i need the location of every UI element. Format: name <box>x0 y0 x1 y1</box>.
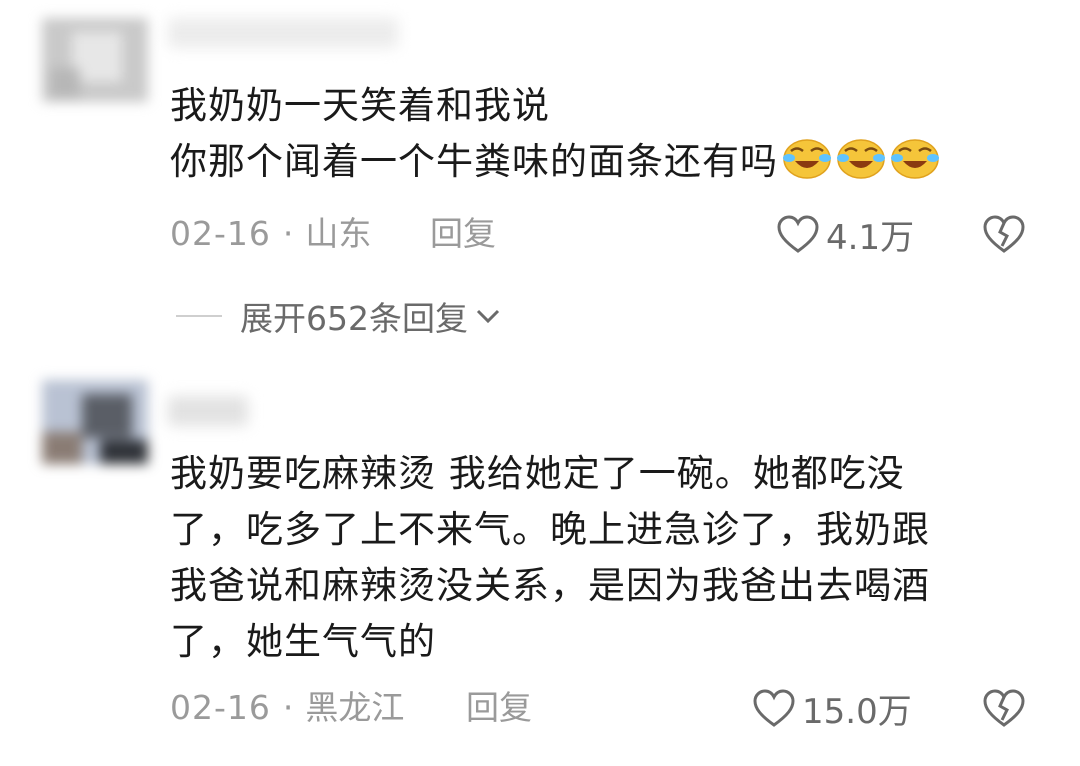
comment-location: 黑龙江 <box>305 688 405 727</box>
comment-text: 我奶奶一天笑着和我说 你那个闻着一个牛粪味的面条还有吗 <box>170 78 1030 190</box>
heart-icon <box>753 689 795 727</box>
crying-laughing-icon <box>890 136 940 180</box>
meta-separator: · <box>282 688 294 727</box>
dislike-broken-heart-icon[interactable] <box>982 214 1026 254</box>
comment-location: 山东 <box>305 214 372 253</box>
reply-button[interactable]: 回复 <box>430 214 496 254</box>
meta-separator: · <box>282 214 294 253</box>
chevron-down-icon <box>476 309 500 324</box>
crying-laughing-icon <box>782 136 832 180</box>
reply-button[interactable]: 回复 <box>466 688 532 728</box>
dislike-broken-heart-icon[interactable] <box>982 688 1026 728</box>
expand-replies-button[interactable]: 展开652条回复 <box>176 296 502 338</box>
like-count: 4.1万 <box>826 217 915 258</box>
avatar[interactable] <box>42 380 148 464</box>
like-count: 15.0万 <box>802 691 912 732</box>
emoji-row <box>782 136 940 180</box>
comment-1: 我奶奶一天笑着和我说 你那个闻着一个牛粪味的面条还有吗 02-16 · 山东 回… <box>0 0 1080 290</box>
comment-date: 02-16 <box>170 214 271 253</box>
heart-icon <box>777 215 819 253</box>
crying-laughing-icon <box>836 136 886 180</box>
divider-line <box>176 315 222 317</box>
comment-2: 我奶要吃麻辣烫 我给她定了一碗。她都吃没 了，吃多了上不来气。晚上进急诊了，我奶… <box>0 370 1080 766</box>
comment-meta: 02-16 · 山东 <box>170 214 371 254</box>
comment-meta: 02-16 · 黑龙江 <box>170 688 404 728</box>
username-blurred[interactable] <box>168 396 248 426</box>
like-button[interactable]: 15.0万 <box>752 686 912 732</box>
expand-replies-label: 展开652条回复 <box>240 299 468 338</box>
comment-date: 02-16 <box>170 688 271 727</box>
like-button[interactable]: 4.1万 <box>776 212 915 258</box>
username-blurred[interactable] <box>168 18 398 48</box>
avatar[interactable] <box>42 18 148 102</box>
comment-text: 我奶要吃麻辣烫 我给她定了一碗。她都吃没 了，吃多了上不来气。晚上进急诊了，我奶… <box>170 452 930 663</box>
